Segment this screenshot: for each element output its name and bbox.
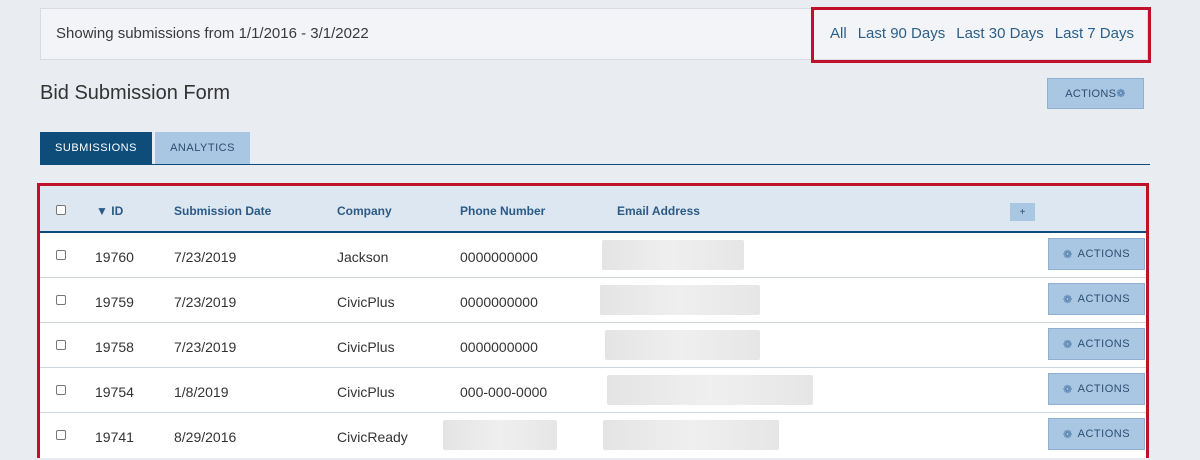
- redacted-email: [600, 285, 760, 315]
- cell-date: 1/8/2019: [174, 384, 229, 400]
- cell-date: 8/29/2016: [174, 429, 237, 445]
- cell-company: CivicPlus: [337, 294, 395, 310]
- add-column-button[interactable]: +: [1010, 203, 1035, 221]
- cell-date: 7/23/2019: [174, 249, 237, 265]
- gear-icon: ❁: [1116, 88, 1126, 100]
- cell-company: CivicReady: [337, 429, 408, 445]
- row-actions-button[interactable]: ❁ ACTIONS: [1048, 238, 1145, 270]
- row-actions-button[interactable]: ❁ ACTIONS: [1048, 418, 1145, 450]
- column-header-email[interactable]: Email Address: [617, 204, 700, 218]
- row-actions-label: ACTIONS: [1077, 248, 1131, 260]
- tab-bar: SUBMISSIONS ANALYTICS: [40, 132, 1150, 165]
- redacted-email: [605, 330, 760, 360]
- form-actions-button[interactable]: ACTIONS ❁: [1047, 78, 1144, 109]
- row-checkbox[interactable]: [56, 295, 66, 305]
- row-actions-button[interactable]: ❁ ACTIONS: [1048, 373, 1145, 405]
- redacted-email: [607, 375, 813, 405]
- range-7-days-link[interactable]: Last 7 Days: [1055, 25, 1134, 42]
- cell-phone: 0000000000: [460, 339, 538, 355]
- range-90-days-link[interactable]: Last 90 Days: [858, 25, 946, 42]
- page-title: Bid Submission Form: [40, 82, 231, 104]
- row-actions-label: ACTIONS: [1077, 293, 1131, 305]
- gear-icon: ❁: [1062, 293, 1073, 306]
- cell-date: 7/23/2019: [174, 294, 237, 310]
- table-row: 19754 1/8/2019 CivicPlus 000-000-0000 ❁ A…: [40, 368, 1146, 413]
- range-all-link[interactable]: All: [830, 25, 847, 42]
- form-actions-label: ACTIONS: [1065, 87, 1117, 100]
- cell-id: 19741: [95, 429, 134, 445]
- table-header: ▼ ID Submission Date Company Phone Numbe…: [40, 186, 1146, 233]
- gear-icon: ❁: [1062, 428, 1073, 441]
- submissions-table: ▼ ID Submission Date Company Phone Numbe…: [37, 183, 1149, 458]
- gear-icon: ❁: [1062, 383, 1073, 396]
- tab-submissions[interactable]: SUBMISSIONS: [40, 132, 152, 164]
- cell-id: 19760: [95, 249, 134, 265]
- sort-desc-icon: ▼: [96, 204, 108, 218]
- row-actions-label: ACTIONS: [1077, 428, 1131, 440]
- date-range-text: Showing submissions from 1/1/2016 - 3/1/…: [56, 25, 369, 42]
- cell-company: Jackson: [337, 249, 389, 265]
- row-checkbox[interactable]: [56, 340, 66, 350]
- column-header-company[interactable]: Company: [337, 204, 392, 218]
- cell-company: CivicPlus: [337, 384, 395, 400]
- column-header-submission-date[interactable]: Submission Date: [174, 204, 271, 218]
- column-header-id[interactable]: ▼ ID: [96, 204, 123, 218]
- cell-phone: 0000000000: [460, 249, 538, 265]
- column-header-id-label: ID: [111, 204, 124, 218]
- row-checkbox[interactable]: [56, 385, 66, 395]
- cell-id: 19758: [95, 339, 134, 355]
- table-row: 19741 8/29/2016 CivicReady ❁ ACTIONS: [40, 413, 1146, 458]
- redacted-email: [602, 240, 744, 270]
- row-actions-label: ACTIONS: [1077, 383, 1131, 395]
- row-checkbox[interactable]: [56, 250, 66, 260]
- row-checkbox[interactable]: [56, 430, 66, 440]
- cell-id: 19754: [95, 384, 134, 400]
- row-actions-label: ACTIONS: [1077, 338, 1131, 350]
- redacted-email: [603, 420, 779, 450]
- table-row: 19760 7/23/2019 Jackson 0000000000 ❁ ACTI…: [40, 233, 1146, 278]
- gear-icon: ❁: [1062, 248, 1073, 261]
- row-actions-button[interactable]: ❁ ACTIONS: [1048, 328, 1145, 360]
- cell-phone: 0000000000: [460, 294, 538, 310]
- redacted-phone: [443, 420, 557, 450]
- range-30-days-link[interactable]: Last 30 Days: [956, 25, 1044, 42]
- row-actions-button[interactable]: ❁ ACTIONS: [1048, 283, 1145, 315]
- gear-icon: ❁: [1062, 338, 1073, 351]
- tab-analytics[interactable]: ANALYTICS: [155, 132, 250, 164]
- cell-company: CivicPlus: [337, 339, 395, 355]
- cell-id: 19759: [95, 294, 134, 310]
- column-header-phone[interactable]: Phone Number: [460, 204, 545, 218]
- cell-phone: 000-000-0000: [460, 384, 548, 400]
- cell-date: 7/23/2019: [174, 339, 237, 355]
- select-all-checkbox[interactable]: [56, 205, 66, 215]
- table-row: 19759 7/23/2019 CivicPlus 0000000000 ❁ AC…: [40, 278, 1146, 323]
- date-range-links: All Last 90 Days Last 30 Days Last 7 Day…: [811, 7, 1151, 63]
- table-row: 19758 7/23/2019 CivicPlus 0000000000 ❁ AC…: [40, 323, 1146, 368]
